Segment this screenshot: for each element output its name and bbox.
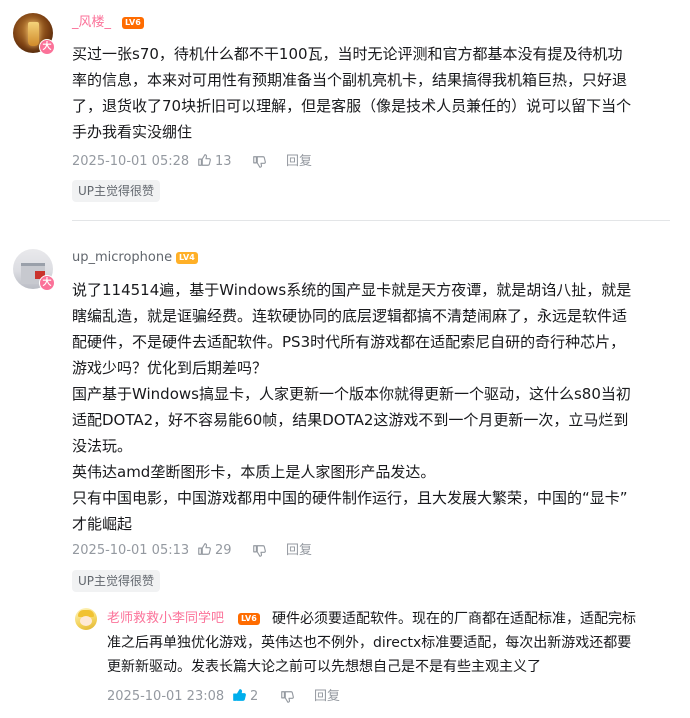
thumbs-down-icon[interactable] <box>252 155 266 169</box>
timestamp: 2025-10-01 05:13 <box>72 543 190 558</box>
level-badge: LV6 <box>123 18 143 28</box>
thumbs-up-icon <box>198 543 211 555</box>
reply-button[interactable]: 回复 <box>286 152 312 172</box>
avatar-badge: 大 <box>39 39 55 55</box>
avatar[interactable]: 大 <box>13 249 55 291</box>
reply-meta: 2025-10-01 23:08 2 回复 <box>107 687 407 707</box>
like-count: 2 <box>250 689 259 704</box>
comment-text: 说了114514遍，基于Windows系统的国产显卡就是天方夜谭，就是胡诌八扯，… <box>72 281 632 533</box>
comment-meta: 2025-10-01 05:28 13 回复 <box>72 152 372 172</box>
reply-button[interactable]: 回复 <box>314 687 340 707</box>
reply-text: 硬件必须要适配软件。现在的厂商都在适配标准，适配完标 准之后再单独优化游戏，英伟… <box>107 611 636 675</box>
thumbs-up-icon <box>198 154 211 166</box>
avatar[interactable] <box>75 608 97 630</box>
username[interactable]: up_microphone <box>72 250 172 266</box>
like-count: 13 <box>215 154 232 169</box>
like-button[interactable]: 29 <box>197 541 232 561</box>
up-liked-tag: UP主觉得很赞 <box>72 180 161 202</box>
comment-text: 买过一张s70，待机什么都不干100瓦，当时无论评测和官方都基本没有提及待机功 … <box>72 45 632 141</box>
thumbs-down-icon[interactable] <box>252 544 266 558</box>
like-button[interactable]: 13 <box>197 152 232 172</box>
thumbs-up-icon <box>233 689 246 701</box>
comment-meta: 2025-10-01 05:13 29 回复 <box>72 541 372 561</box>
timestamp: 2025-10-01 23:08 <box>107 689 225 704</box>
level-badge: LV4 <box>177 253 197 263</box>
timestamp: 2025-10-01 05:28 <box>72 154 190 169</box>
username[interactable]: _风楼_ <box>72 15 111 31</box>
up-liked-tag: UP主觉得很赞 <box>72 570 161 592</box>
avatar-badge: 大 <box>39 275 55 291</box>
like-count: 29 <box>215 543 232 558</box>
like-button[interactable]: 2 <box>232 687 258 707</box>
reply-button[interactable]: 回复 <box>286 541 312 561</box>
divider <box>72 220 670 221</box>
avatar[interactable]: 大 <box>13 13 55 55</box>
thumbs-down-icon[interactable] <box>280 690 294 704</box>
